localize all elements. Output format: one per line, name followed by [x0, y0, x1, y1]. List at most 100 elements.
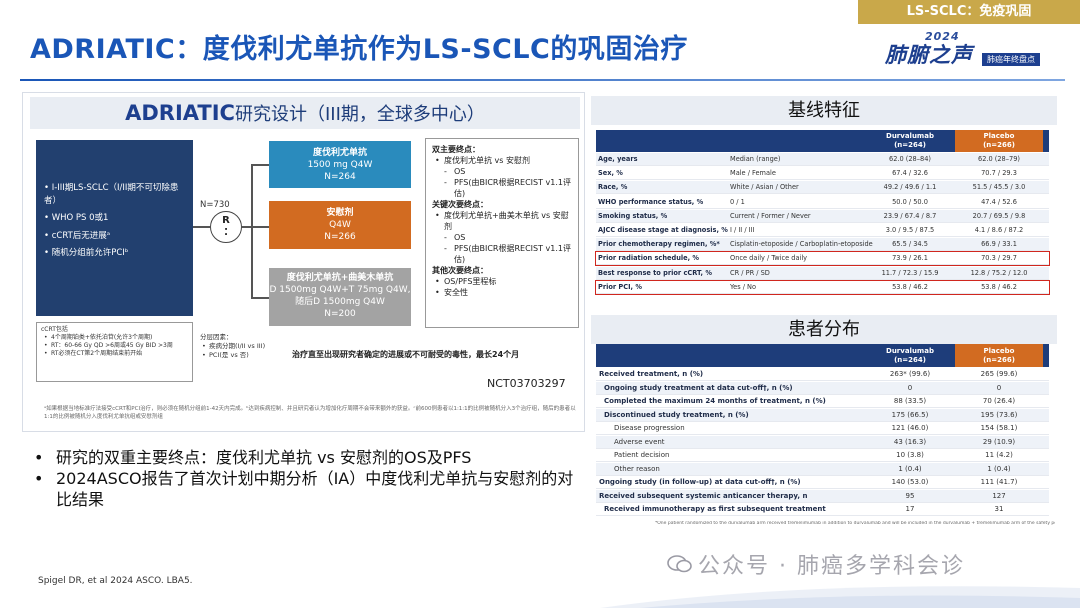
arm-n: N=266	[324, 232, 356, 242]
placebo-value: 62.0 (28–79)	[978, 155, 1020, 163]
treatment-duration-note: 治疗直至出现研究者确定的进展或不可耐受的毒性，最长24个月	[292, 350, 520, 359]
row-label: Prior PCI, %	[598, 282, 642, 291]
placebo-value: 20.7 / 69.5 / 9.8	[972, 211, 1026, 220]
baseline-table-header: Durvalumab (n=264) Placebo (n=266)	[596, 130, 1049, 152]
connector-line	[193, 226, 210, 228]
durvalumab-value: 95	[905, 491, 915, 500]
stratification-factors: 分层因素： 疾病分期(I/II vs III)PCI(是 vs 否)	[200, 333, 270, 360]
disposition-row: Disease progression 121 (46.0) 154 (58.1)	[596, 422, 1049, 435]
durvalumab-value: 62.0 (28–84)	[889, 155, 931, 163]
row-label: Received immunotherapy as first subseque…	[604, 505, 826, 513]
durvalumab-value: 43 (16.3)	[893, 437, 927, 446]
durvalumab-value: 10 (3.8)	[896, 451, 924, 459]
logo-main-text: 肺腑之声	[885, 43, 973, 67]
baseline-row: AJCC disease stage at diagnosis, % I / II…	[596, 224, 1049, 237]
strat-item: 疾病分期(I/II vs III)	[200, 342, 270, 351]
row-label: Patient decision	[614, 451, 670, 459]
baseline-row: Prior radiation schedule, % Once daily / …	[595, 251, 1050, 267]
row-measure: I / II / III	[730, 226, 755, 234]
reference-citation: Spigel DR, et al 2024 ASCO. LBA5.	[38, 576, 193, 586]
row-label: Disease progression	[614, 424, 685, 432]
row-label: Smoking status, %	[598, 211, 668, 220]
placebo-value: 0	[996, 383, 1002, 392]
placebo-value: 1 (0.4)	[987, 464, 1011, 473]
wechat-icon	[667, 555, 692, 573]
row-label: Received treatment, n (%)	[599, 370, 704, 378]
eligibility-item: • cCRT后无进展ᵃ	[44, 230, 111, 241]
row-label: Sex, %	[598, 169, 623, 178]
placebo-value: 51.5 / 45.5 / 3.0	[972, 183, 1026, 192]
durvalumab-value: 49.2 / 49.6 / 1.1	[883, 183, 937, 192]
baseline-row: Prior chemotherapy regimen, %* Cisplatin-…	[596, 238, 1049, 252]
event-logo: 2024 肺腑之声 肺癌年终盘点	[885, 30, 1065, 70]
row-label: Ongoing study (in follow-up) at data cut…	[599, 478, 801, 486]
endpoint-item: OS/PFS里程标	[432, 276, 573, 287]
endpoint-heading: 双主要终点：	[432, 145, 480, 154]
ccrt-box: cCRT包括 4个周期铂类+依托泊苷(允许3个周期)RT：60-66 Gy QD…	[36, 322, 193, 382]
row-label: Other reason	[614, 464, 660, 473]
row-measure: Cisplatin-etoposide / Carboplatin-etopos…	[730, 240, 873, 249]
durvalumab-value: 73.9 / 26.1	[892, 254, 928, 263]
arm-dose: D 1500mg Q4W+T 75mg Q4W,	[269, 285, 411, 295]
row-measure: 0 / 1	[730, 197, 745, 206]
connector-line	[251, 297, 269, 299]
eligibility-item: • I-III期LS-SCLC（I/II期不可切除患者）	[44, 183, 179, 206]
disposition-row: Adverse event 43 (16.3) 29 (10.9)	[596, 435, 1049, 449]
placebo-value: 53.8 / 46.2	[981, 282, 1017, 291]
arm-name: 度伐利尤单抗	[312, 148, 367, 158]
baseline-row: Best response to prior cCRT, % CR / PR / …	[596, 266, 1049, 280]
eligibility-item: • 随机分组前允许PCIᵇ	[44, 248, 129, 258]
arm-dose-continuation: 随后D 1500mg Q4W	[295, 297, 385, 307]
row-label: Age, years	[598, 155, 638, 163]
connector-line	[251, 164, 269, 166]
disposition-row: Received subsequent systemic anticancer …	[596, 489, 1049, 503]
row-measure: Yes / No	[730, 282, 757, 291]
summary-bullets: 研究的双重主要终点：度伐利尤单抗 vs 安慰剂的OS及PFS 2024ASCO报…	[30, 447, 585, 510]
watermark-text: 公众号 · 肺癌多学科会诊	[698, 554, 965, 579]
strat-list: 疾病分期(I/II vs III)PCI(是 vs 否)	[200, 342, 270, 360]
row-measure: Once daily / Twice daily	[730, 254, 808, 263]
disposition-row: Ongoing study (in follow-up) at data cut…	[596, 476, 1049, 489]
strat-item: PCI(是 vs 否)	[200, 351, 270, 360]
row-label: AJCC disease stage at diagnosis, %	[598, 226, 728, 234]
eligibility-box: • I-III期LS-SCLC（I/II期不可切除患者） • WHO PS 0或1…	[36, 140, 193, 316]
row-label: Discontinued study treatment, n (%)	[604, 410, 749, 419]
placebo-value: 66.9 / 33.1	[981, 240, 1017, 249]
endpoint-item: OS	[432, 232, 573, 243]
endpoint-item: 度伐利尤单抗 vs 安慰剂	[432, 155, 573, 166]
arm-n: N=264	[324, 172, 356, 182]
study-design-subtitle: 研究设计（III期，全球多中心）	[234, 104, 485, 125]
arm-name: 安慰剂	[326, 208, 354, 218]
durvalumab-value: 67.4 / 32.6	[892, 169, 928, 178]
total-n-label: N=730	[200, 200, 230, 210]
row-measure: Median (range)	[730, 155, 781, 163]
row-measure: Current / Former / Never	[730, 211, 811, 220]
ccrt-title: cCRT包括	[41, 326, 68, 333]
disposition-row: Received immunotherapy as first subseque…	[596, 503, 1049, 516]
placebo-value: 29 (10.9)	[982, 437, 1016, 446]
endpoint-heading: 关键次要终点：	[432, 200, 488, 209]
row-label: Received subsequent systemic anticancer …	[599, 491, 808, 500]
placebo-value: 31	[994, 505, 1004, 513]
study-design-title: ADRIATIC研究设计（III期，全球多中心）	[30, 97, 580, 129]
ccrt-list: 4个周期铂类+依托泊苷(允许3个周期)RT：60-66 Gy QD >6周或45…	[41, 334, 188, 358]
placebo-value: 265 (99.6)	[980, 370, 1018, 378]
ccrt-item: 4个周期铂类+依托泊苷(允许3个周期)	[41, 334, 188, 342]
ccrt-item: RT：60-66 Gy QD >6周或45 Gy BID >3周	[41, 342, 188, 350]
eligibility-list: • I-III期LS-SCLC（I/II期不可切除患者） • WHO PS 0或1…	[44, 182, 187, 260]
row-label: Best response to prior cCRT, %	[598, 268, 712, 277]
connector-line	[251, 226, 269, 228]
placebo-value: 11 (4.2)	[985, 451, 1013, 459]
disposition-title: 患者分布	[591, 315, 1057, 344]
durvalumab-value: 0	[907, 383, 913, 392]
study-name: ADRIATIC	[125, 101, 235, 125]
baseline-row: Age, years Median (range) 62.0 (28–84) 62.0…	[596, 153, 1049, 166]
placebo-value: 111 (41.7)	[980, 478, 1018, 486]
placebo-value: 154 (58.1)	[980, 424, 1018, 432]
placebo-value: 70 (26.4)	[982, 397, 1016, 405]
row-label: Ongoing study treatment at data cut-off†…	[604, 383, 793, 392]
logo-subtitle: 肺癌年终盘点	[982, 53, 1040, 66]
placebo-value: 70.3 / 29.7	[981, 254, 1017, 263]
baseline-row: Prior PCI, % Yes / No 53.8 / 46.2 53.8 / 46…	[595, 279, 1050, 295]
disposition-table-header: Durvalumab (n=264) Placebo (n=266)	[596, 344, 1049, 367]
